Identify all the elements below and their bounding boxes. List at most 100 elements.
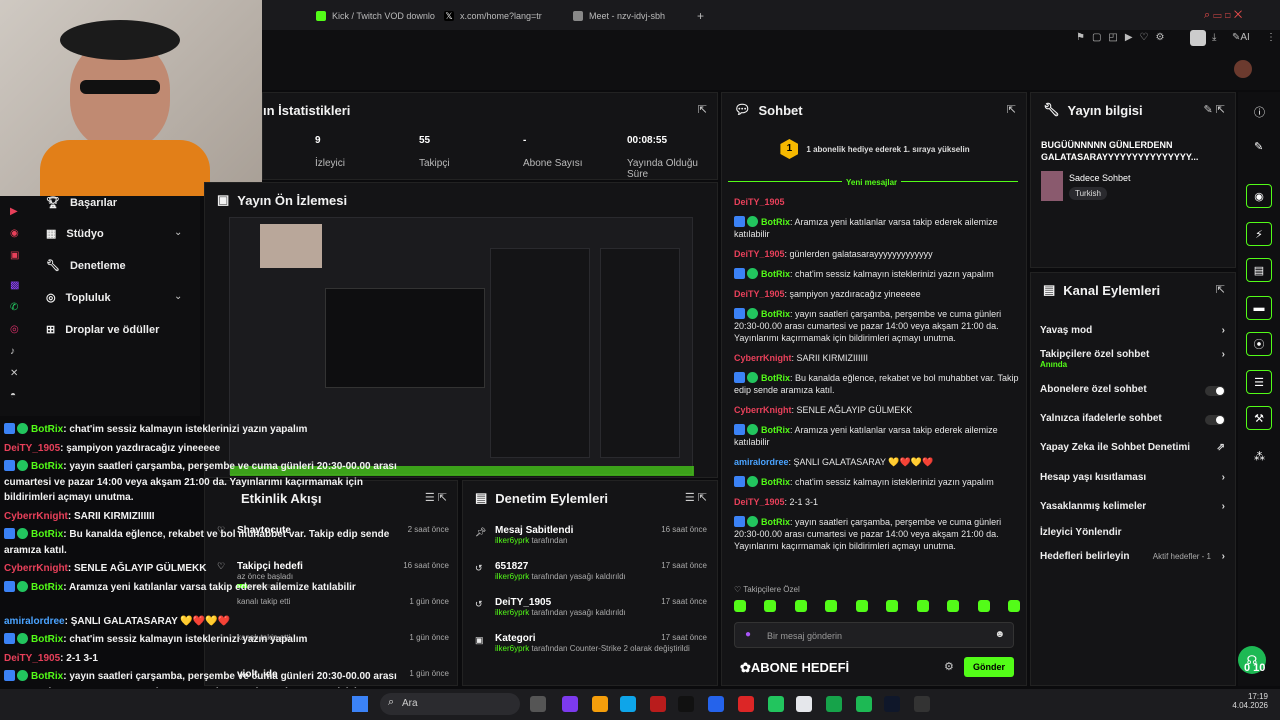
download-icon[interactable]: ⤓: [1212, 32, 1216, 43]
taskbar-app-icon[interactable]: [678, 696, 694, 712]
instagram-icon[interactable]: ◉: [10, 228, 19, 239]
mod-action-item[interactable]: ▣ Kategori ilker6yprk tarafından Counter-S…: [475, 633, 707, 653]
channel-action-item[interactable]: İzleyici Yönlendir: [1040, 527, 1225, 538]
emote-icon[interactable]: [794, 600, 807, 612]
taskbar-app-icon[interactable]: [796, 696, 812, 712]
send-button[interactable]: Gönder: [964, 657, 1014, 677]
taskbar-app-icon[interactable]: [530, 696, 546, 712]
chat-bubble-icon[interactable]: ▬: [1246, 296, 1272, 320]
steam-icon[interactable]: [884, 696, 900, 712]
channel-action-item[interactable]: Yasaklanmış kelimeler ›: [1040, 501, 1225, 512]
chat-username[interactable]: DeiTY_1905: [734, 497, 785, 507]
chat-username[interactable]: BotRix: [761, 477, 790, 487]
channel-action-item[interactable]: Hesap yaşı kısıtlaması ›: [1040, 472, 1225, 483]
channel-action-item[interactable]: Yavaş mod ›: [1040, 325, 1225, 336]
youtube-icon[interactable]: ▣: [10, 250, 19, 261]
chat-username[interactable]: amiralordree: [734, 457, 789, 467]
ai-button[interactable]: ✎AI: [1232, 32, 1250, 43]
discord-icon[interactable]: ◓: [10, 390, 16, 401]
emote-icon[interactable]: [886, 600, 899, 612]
emote-icon[interactable]: [764, 600, 777, 612]
taskbar-app-icon[interactable]: [738, 696, 754, 712]
external-link-icon[interactable]: ⇗: [1217, 442, 1225, 453]
clock[interactable]: 17:19 4.04.2026: [1218, 692, 1268, 710]
channel-action-item[interactable]: Yalnızca ifadelerle sohbet: [1040, 413, 1225, 425]
taskbar-app-icon[interactable]: [562, 696, 578, 712]
chat-username[interactable]: CyberrKnight: [734, 405, 792, 415]
emote-bar[interactable]: [734, 600, 1020, 616]
toggle-switch[interactable]: [1205, 386, 1225, 396]
chevron-right-icon[interactable]: ›: [1222, 325, 1225, 336]
edit-icon[interactable]: ✎: [1254, 140, 1263, 153]
menu-icon[interactable]: ⋮: [1266, 32, 1276, 43]
channel-action-item[interactable]: Takipçilere özel sohbet Anında ›: [1040, 349, 1225, 369]
emoji-icon[interactable]: ☻: [994, 629, 1005, 640]
nav-item-droplar[interactable]: ⊞ Droplar ve ödüller: [46, 323, 159, 337]
taskbar-app-icon[interactable]: [650, 696, 666, 712]
taskbar-app-icon[interactable]: [914, 696, 930, 712]
emote-icon[interactable]: [855, 600, 868, 612]
taskbar-search[interactable]: ⌕ Ara: [380, 693, 520, 715]
chat-username[interactable]: BotRix: [761, 269, 790, 279]
nav-item-denetleme[interactable]: 🔧︎ Denetleme: [46, 259, 126, 273]
microphone-icon[interactable]: ●: [745, 629, 751, 640]
chat-username[interactable]: BotRix: [761, 309, 790, 319]
whatsapp-icon[interactable]: [826, 696, 842, 712]
chat-input[interactable]: ● Bir mesaj gönderin ☻: [734, 622, 1014, 648]
toggle-switch[interactable]: [1205, 415, 1225, 425]
whatsapp-icon[interactable]: ✆: [10, 302, 18, 313]
edit-icon[interactable]: ✎ ⇱: [1204, 103, 1226, 116]
info-icon[interactable]: ⓘ: [1254, 104, 1265, 120]
chat-username[interactable]: DeiTY_1905: [734, 249, 785, 259]
profile-icon[interactable]: [1190, 30, 1206, 46]
mod-action-item[interactable]: ↺ DeiTY_1905 ilker6yprk tarafından yasağı …: [475, 597, 707, 617]
edge-icon[interactable]: [620, 696, 636, 712]
chat-username[interactable]: DeiTY_1905: [734, 197, 785, 207]
more-icon[interactable]: ⁂: [1254, 450, 1265, 463]
settings-icon[interactable]: ⚙: [944, 660, 954, 673]
windows-start-icon[interactable]: [352, 696, 368, 712]
browser-tab[interactable]: Meet - nzv-idvj-sbh: [573, 6, 665, 26]
chevron-right-icon[interactable]: ›: [1222, 501, 1225, 512]
channel-action-item[interactable]: Abonelere özel sohbet: [1040, 384, 1225, 396]
emote-icon[interactable]: [734, 600, 746, 612]
chat-username[interactable]: BotRix: [761, 373, 790, 383]
channel-action-item[interactable]: Hedefleri belirleyin Aktif hedefler - 1 ›: [1040, 551, 1225, 562]
emote-icon[interactable]: [825, 600, 838, 612]
emote-icon[interactable]: [916, 600, 929, 612]
window-controls[interactable]: ⌕ ▭ ◻ ✕: [1204, 9, 1242, 22]
chat-username[interactable]: BotRix: [761, 217, 790, 227]
chevron-right-icon[interactable]: ›: [1222, 551, 1225, 562]
chevron-down-icon[interactable]: ⌄: [174, 227, 182, 238]
popout-icon[interactable]: ⇱: [1216, 283, 1225, 296]
chrome-icon[interactable]: [768, 696, 784, 712]
chevron-down-icon[interactable]: ⌄: [174, 291, 182, 302]
browser-tab[interactable]: 𝕏x.com/home?lang=tr: [444, 6, 542, 26]
instagram-icon[interactable]: ◎: [10, 324, 19, 335]
mod-action-item[interactable]: ↺ 651827 ilker6yprk tarafından yasağı kald…: [475, 561, 707, 581]
avatar[interactable]: [1234, 60, 1252, 78]
youtube-icon[interactable]: ▶: [10, 206, 18, 217]
wrench-icon[interactable]: ⚒: [1246, 406, 1272, 430]
outlook-icon[interactable]: [708, 696, 724, 712]
chat-username[interactable]: BotRix: [761, 425, 790, 435]
chat-username[interactable]: DeiTY_1905: [734, 289, 785, 299]
emote-icon[interactable]: [947, 600, 960, 612]
camera-icon[interactable]: ◉: [1246, 184, 1272, 208]
tiktok-icon[interactable]: ♪: [10, 346, 15, 357]
nav-item-topluluk[interactable]: ◎ Topluluk: [46, 291, 111, 305]
list-icon[interactable]: ☰: [1246, 370, 1272, 394]
chat-username[interactable]: BotRix: [761, 517, 790, 527]
browser-tab[interactable]: Kick / Twitch VOD downlo: [316, 6, 435, 26]
pinned-banner[interactable]: 1 1 abonelik hediye ederek 1. sıraya yük…: [722, 133, 1028, 165]
mod-action-item[interactable]: 📌︎ Mesaj Sabitlendi ilker6yprk tarafından 1…: [475, 525, 707, 545]
spotify-icon[interactable]: [856, 696, 872, 712]
emote-icon[interactable]: [1007, 600, 1020, 612]
chat-username[interactable]: CyberrKnight: [734, 353, 792, 363]
popout-icon[interactable]: ☰ ⇱: [685, 491, 707, 504]
lightning-icon[interactable]: ⚡︎: [1246, 222, 1272, 246]
document-icon[interactable]: ▤: [1246, 258, 1272, 282]
popout-icon[interactable]: ⇱: [698, 103, 707, 116]
chevron-right-icon[interactable]: ›: [1222, 349, 1225, 360]
chevron-right-icon[interactable]: ›: [1222, 472, 1225, 483]
